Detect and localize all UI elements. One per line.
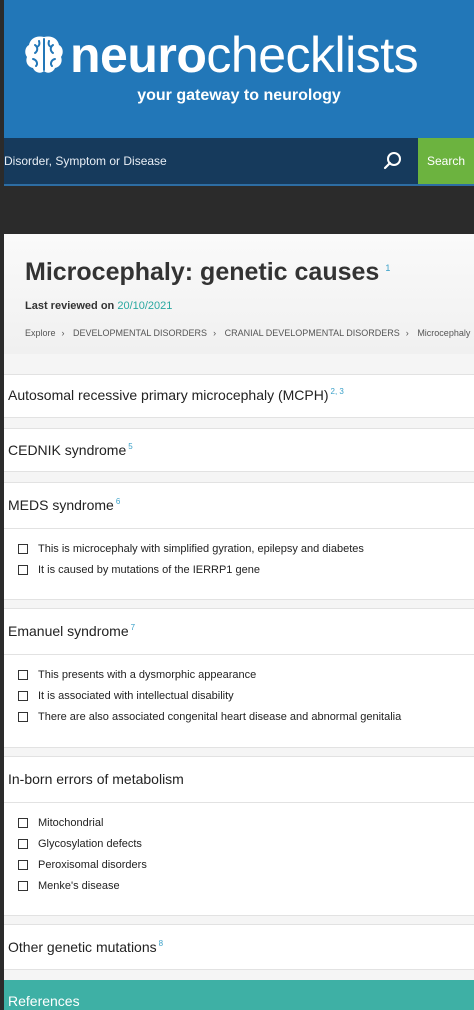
checklist-item[interactable]: There are also associated congenital hea… bbox=[18, 711, 401, 723]
section-title-text: Other genetic mutations bbox=[8, 939, 157, 955]
header-spacer bbox=[0, 186, 474, 234]
checkbox[interactable] bbox=[18, 691, 28, 701]
reviewed-label: Last reviewed on bbox=[25, 300, 115, 312]
section-emanuel: Emanuel syndrome 7 This presents with a d… bbox=[4, 608, 474, 748]
page-title: Microcephaly: genetic causes 1 bbox=[25, 258, 390, 287]
section-title: Emanuel syndrome 7 bbox=[8, 623, 135, 639]
section-title: MEDS syndrome 6 bbox=[8, 497, 120, 513]
checklist-item[interactable]: It is caused by mutations of the IERRP1 … bbox=[18, 564, 260, 576]
section-title-text: MEDS syndrome bbox=[8, 497, 114, 513]
logo-text-light: checklists bbox=[206, 27, 419, 83]
breadcrumb-cranial[interactable]: CRANIAL DEVELOPMENTAL DISORDERS bbox=[225, 328, 400, 338]
section-divider bbox=[4, 802, 474, 803]
article-page: Microcephaly: genetic causes 1 Last revie… bbox=[4, 234, 474, 1010]
breadcrumb: Explore › DEVELOPMENTAL DISORDERS › CRANIA… bbox=[25, 328, 471, 338]
breadcrumb-explore[interactable]: Explore bbox=[25, 328, 56, 338]
search-button[interactable]: Search bbox=[418, 138, 474, 184]
references-header[interactable]: References bbox=[4, 980, 474, 1010]
checklist-item-text: It is associated with intellectual disab… bbox=[38, 690, 234, 702]
section-meds: MEDS syndrome 6 This is microcephaly with… bbox=[4, 482, 474, 600]
section-refs[interactable]: 7 bbox=[131, 623, 135, 632]
section-title: CEDNIK syndrome 5 bbox=[8, 442, 133, 458]
section-title-text: In-born errors of metabolism bbox=[8, 771, 184, 787]
checkbox[interactable] bbox=[18, 712, 28, 722]
section-refs[interactable]: 2, 3 bbox=[331, 387, 344, 396]
checkbox[interactable] bbox=[18, 881, 28, 891]
last-reviewed: Last reviewed on 20/10/2021 bbox=[25, 300, 172, 312]
search-icon[interactable] bbox=[382, 150, 404, 172]
checklist-item[interactable]: This presents with a dysmorphic appearan… bbox=[18, 669, 256, 681]
checklist-item[interactable]: Menke's disease bbox=[18, 880, 120, 892]
checkbox[interactable] bbox=[18, 670, 28, 680]
section-other-mutations[interactable]: Other genetic mutations 8 bbox=[4, 924, 474, 970]
section-refs[interactable]: 6 bbox=[116, 497, 120, 506]
logo[interactable]: neurochecklists bbox=[24, 27, 419, 83]
section-title-text: Emanuel syndrome bbox=[8, 623, 129, 639]
section-inborn-errors: In-born errors of metabolism Mitochondri… bbox=[4, 756, 474, 916]
section-cednik[interactable]: CEDNIK syndrome 5 bbox=[4, 428, 474, 472]
breadcrumb-developmental[interactable]: DEVELOPMENTAL DISORDERS bbox=[73, 328, 207, 338]
checklist-item[interactable]: Mitochondrial bbox=[18, 817, 103, 829]
checkbox[interactable] bbox=[18, 565, 28, 575]
title-ref[interactable]: 1 bbox=[385, 263, 390, 273]
section-refs[interactable]: 8 bbox=[159, 939, 163, 948]
checklist-item[interactable]: Glycosylation defects bbox=[18, 838, 142, 850]
checklist-item-text: Menke's disease bbox=[38, 880, 120, 892]
checklist-item[interactable]: Peroxisomal disorders bbox=[18, 859, 147, 871]
checklist-item-text: This is microcephaly with simplified gyr… bbox=[38, 543, 364, 555]
page-title-text: Microcephaly: genetic causes bbox=[25, 258, 380, 286]
checkbox[interactable] bbox=[18, 860, 28, 870]
checklist-item[interactable]: It is associated with intellectual disab… bbox=[18, 690, 234, 702]
section-divider bbox=[4, 528, 474, 529]
section-refs[interactable]: 5 bbox=[128, 442, 132, 451]
checklist-item-text: Glycosylation defects bbox=[38, 838, 142, 850]
checklist-item-text: There are also associated congenital hea… bbox=[38, 711, 402, 723]
search-input[interactable] bbox=[4, 138, 414, 184]
article-header: Microcephaly: genetic causes 1 Last revie… bbox=[4, 234, 474, 354]
checkbox[interactable] bbox=[18, 544, 28, 554]
tagline: your gateway to neurology bbox=[137, 87, 341, 104]
checklist-item[interactable]: This is microcephaly with simplified gyr… bbox=[18, 543, 364, 555]
breadcrumb-current[interactable]: Microcephaly bbox=[417, 328, 470, 338]
reviewed-date: 20/10/2021 bbox=[117, 300, 173, 312]
site-header: neurochecklists your gateway to neurolog… bbox=[4, 0, 474, 138]
section-title-text: Autosomal recessive primary microcephaly… bbox=[8, 387, 329, 403]
checklist-item-text: This presents with a dysmorphic appearan… bbox=[38, 669, 257, 681]
brain-icon bbox=[25, 36, 63, 73]
section-title: Autosomal recessive primary microcephaly… bbox=[8, 387, 344, 403]
checkbox[interactable] bbox=[18, 818, 28, 828]
logo-text-bold: neuro bbox=[70, 27, 207, 83]
section-mcph[interactable]: Autosomal recessive primary microcephaly… bbox=[4, 374, 474, 418]
checklist-item-text: Mitochondrial bbox=[38, 817, 104, 829]
checklist-item-text: It is caused by mutations of the IERRP1 … bbox=[38, 564, 260, 576]
section-title: Other genetic mutations 8 bbox=[8, 939, 163, 955]
checklist-item-text: Peroxisomal disorders bbox=[38, 859, 147, 871]
checkbox[interactable] bbox=[18, 839, 28, 849]
section-divider bbox=[4, 654, 474, 655]
section-title: In-born errors of metabolism bbox=[8, 771, 184, 787]
section-title-text: CEDNIK syndrome bbox=[8, 442, 127, 458]
search-bar: Search bbox=[4, 138, 474, 186]
